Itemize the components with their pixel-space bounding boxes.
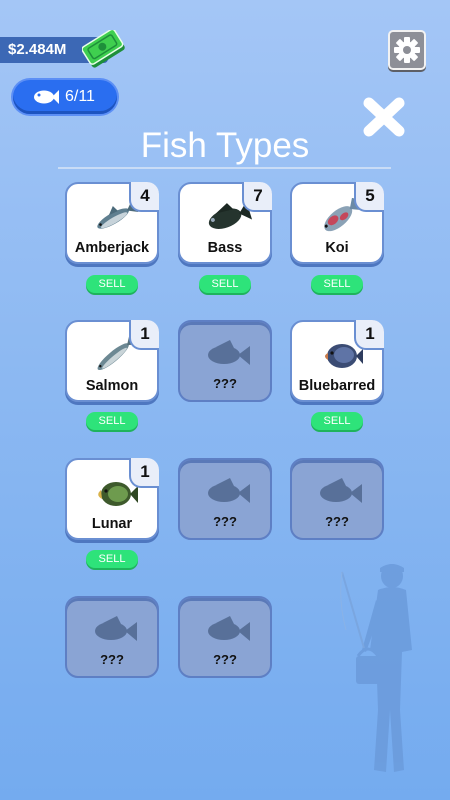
fish-name: Lunar: [91, 516, 133, 532]
settings-button[interactable]: [388, 30, 426, 70]
fish-card-bluebarred[interactable]: 1 Bluebarred: [290, 320, 384, 402]
fish-card-locked[interactable]: ???: [290, 458, 384, 540]
money-value: $2.484M: [8, 41, 67, 58]
title-divider: [58, 167, 391, 169]
sell-button-amberjack[interactable]: SELL: [86, 275, 138, 293]
fish-card-salmon[interactable]: 1 Salmon: [65, 320, 159, 402]
count-badge: 1: [129, 458, 159, 488]
fish-name: ???: [213, 514, 237, 529]
gear-icon: [394, 37, 420, 63]
fish-name: ???: [100, 652, 124, 667]
fish-name: Salmon: [85, 378, 139, 394]
count-badge: 1: [129, 320, 159, 350]
count-badge: 7: [242, 182, 272, 212]
locked-fish-silhouette-icon: [208, 340, 250, 365]
cash-stack-icon: [82, 30, 125, 68]
fish-count-value: 6/11: [65, 88, 95, 105]
fish-name: Amberjack: [74, 240, 150, 256]
locked-fish-silhouette-icon: [320, 478, 362, 503]
locked-fish-silhouette-icon: [95, 616, 137, 641]
count-badge: 1: [354, 320, 384, 350]
fish-card-locked[interactable]: ???: [65, 596, 159, 678]
fish-icon: [34, 90, 59, 104]
fish-name: ???: [325, 514, 349, 529]
fish-card-locked[interactable]: ???: [178, 458, 272, 540]
sell-button-salmon[interactable]: SELL: [86, 412, 138, 430]
fish-card-koi[interactable]: 5 Koi: [290, 182, 384, 264]
locked-fish-silhouette-icon: [208, 478, 250, 503]
fish-name: Bass: [207, 240, 243, 256]
sell-button-bass[interactable]: SELL: [199, 275, 251, 293]
fish-card-bass[interactable]: 7 Bass: [178, 182, 272, 264]
fisherman-silhouette: [340, 564, 412, 772]
sell-button-koi[interactable]: SELL: [311, 275, 363, 293]
fish-name: ???: [213, 376, 237, 391]
count-badge: 5: [354, 182, 384, 212]
fish-name: Bluebarred: [298, 378, 376, 394]
sell-button-lunar[interactable]: SELL: [86, 550, 138, 568]
fish-card-locked[interactable]: ???: [178, 596, 272, 678]
count-badge: 4: [129, 182, 159, 212]
fish-card-locked[interactable]: ???: [178, 320, 272, 402]
fish-card-amberjack[interactable]: 4 Amberjack: [65, 182, 159, 264]
sell-button-bluebarred[interactable]: SELL: [311, 412, 363, 430]
fish-name: ???: [213, 652, 237, 667]
fish-name: Koi: [325, 240, 349, 256]
locked-fish-silhouette-icon: [208, 616, 250, 641]
page-title: Fish Types: [140, 126, 310, 165]
fish-counter: 6/11: [13, 80, 117, 114]
fish-card-lunar[interactable]: 1 Lunar: [65, 458, 159, 540]
